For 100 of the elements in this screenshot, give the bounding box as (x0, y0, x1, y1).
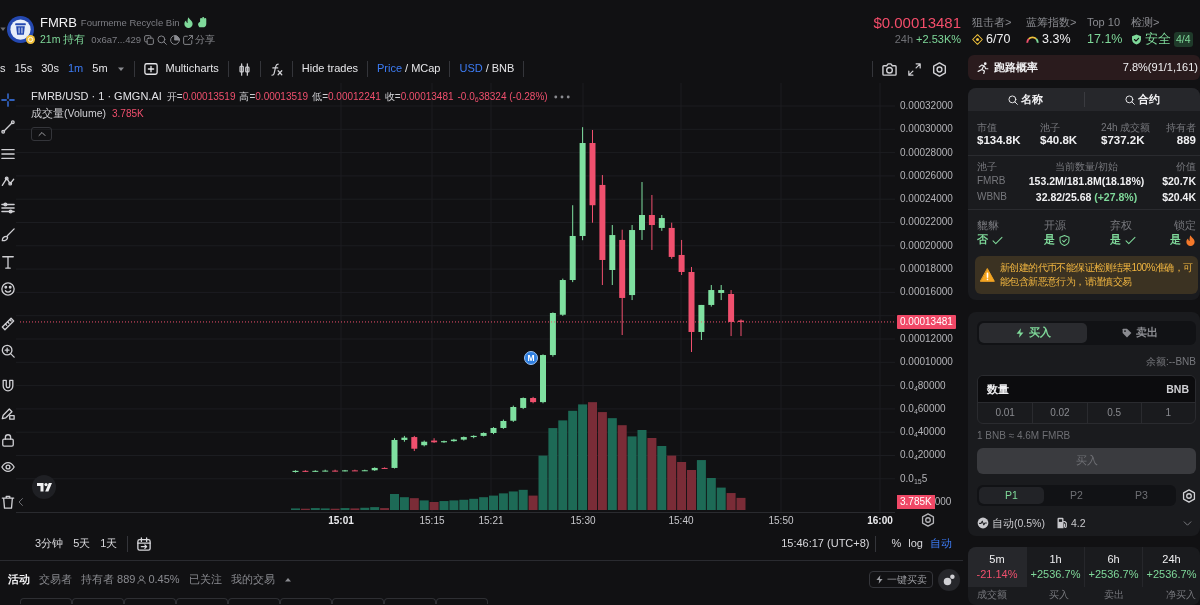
toggle-option[interactable]: MCap (411, 62, 441, 76)
period-tab[interactable]: 1h +2536.7% (1026, 547, 1084, 587)
preset-amount-button[interactable]: 0.5 (1086, 403, 1141, 423)
hide-trades-button[interactable]: Hide trades (301, 62, 358, 76)
preset-amount-button[interactable]: 1 (1140, 403, 1195, 423)
camera-icon[interactable] (882, 61, 897, 77)
toggle-option[interactable]: Price (377, 62, 403, 76)
settings-icon[interactable] (932, 61, 947, 77)
candle (312, 469, 319, 473)
check-label: 开源 (1044, 218, 1066, 232)
copy-icon[interactable] (144, 34, 154, 45)
brush-icon[interactable] (1, 228, 15, 242)
period-tab[interactable]: 24h +2536.7% (1142, 547, 1200, 587)
interval-tab[interactable]: 1m (68, 62, 84, 76)
activity-tab[interactable]: 已关注 (188, 572, 222, 587)
search-tab[interactable]: 合约 (1084, 88, 1200, 111)
price-tick-label: 0.00032000 (900, 100, 953, 112)
crosshair-icon[interactable] (1, 93, 15, 107)
volume-bar (498, 493, 508, 510)
stat-value: 3.3% (1042, 32, 1071, 47)
expand-icon[interactable] (908, 62, 921, 76)
preset-amount-button[interactable]: 0.02 (1032, 403, 1087, 423)
preset-tab[interactable]: P3 (1109, 487, 1174, 504)
ohlc-value: 0.00012241 (328, 90, 381, 103)
warning-text: 新创建的代币不能保证检测结果100%准确，可能包含新恶意行为，请谨慎交易 (1000, 261, 1194, 289)
interval-tab[interactable]: 15s (14, 62, 33, 76)
price-tick-label: 0.0$_{4}$60000 (900, 402, 946, 415)
scale-toggle[interactable]: % (891, 537, 902, 551)
candlestick-icon[interactable] (237, 62, 251, 76)
horizontal-lines-icon[interactable] (1, 147, 15, 161)
function-icon[interactable] (269, 62, 283, 76)
sliders-icon[interactable] (1, 201, 15, 215)
share-link[interactable]: 分享 (183, 33, 215, 46)
more-icon[interactable] (553, 94, 570, 99)
activity-tab[interactable]: 我的交易 (230, 572, 275, 587)
caret-down-icon[interactable] (116, 65, 125, 73)
activity-tab[interactable]: 活动 (8, 572, 30, 587)
settings-icon[interactable] (921, 513, 935, 527)
lock-icon[interactable] (1, 433, 15, 447)
amount-field[interactable]: 数量 BNB (978, 376, 1195, 402)
toggle-option[interactable]: BNB (491, 62, 515, 76)
path-tool-icon[interactable] (1, 174, 15, 188)
column-header: 卖出 (1103, 589, 1124, 601)
preset-amount-button[interactable]: 0.01 (978, 403, 1033, 423)
candle (460, 436, 467, 442)
quick-trade-button[interactable]: 一键买卖 (869, 571, 933, 588)
stat-label[interactable]: 蓝筹指数> (1026, 14, 1077, 31)
range-button[interactable]: 3分钟 (35, 537, 64, 551)
collapse-button[interactable] (31, 127, 52, 141)
candle (708, 284, 715, 308)
pie-chart-icon[interactable] (170, 34, 180, 45)
calendar-icon[interactable] (137, 537, 152, 551)
candle (728, 289, 735, 337)
pencil-lock-icon[interactable] (1, 406, 15, 420)
activity-tab[interactable]: 交易者 (39, 572, 72, 587)
range-button[interactable]: 1天 (100, 537, 118, 551)
ruler-icon[interactable] (1, 317, 15, 331)
metric-value: $134.8K (977, 134, 1021, 147)
trash-icon[interactable] (1, 495, 15, 509)
period-tab[interactable]: 6h +2536.7% (1084, 547, 1142, 587)
candle (540, 353, 546, 404)
zoom-in-icon[interactable] (1, 344, 15, 358)
line-tool-icon[interactable] (1, 120, 15, 134)
price-tick-label: 0.00016000 (900, 286, 953, 299)
preset-tab[interactable]: P2 (1044, 487, 1109, 504)
candle (639, 181, 645, 241)
token-logo-icon (7, 16, 34, 43)
stat-value: 6/70 (986, 32, 1011, 47)
activity-tab[interactable]: 持有者 889 (81, 572, 136, 587)
price-tick-label: 0.00020000 (900, 239, 953, 252)
stat-label[interactable]: Top 10 (1087, 14, 1121, 31)
interval-tab[interactable]: 30s (41, 62, 59, 76)
toggle-option[interactable]: USD (459, 62, 483, 76)
stat-label[interactable]: 检测> (1131, 14, 1160, 31)
price-tick-label: 0.0$_{4}$20000 (900, 449, 946, 462)
eye-icon[interactable] (1, 460, 15, 474)
stat-label[interactable]: 狙击者> (972, 14, 1012, 31)
settings-icon[interactable] (1182, 488, 1196, 503)
search-tab[interactable]: 名称 (968, 88, 1084, 111)
magnet-icon[interactable] (1, 379, 15, 393)
bubbles-button[interactable] (938, 568, 960, 591)
preset-tab[interactable]: P1 (979, 487, 1044, 504)
volume-badge: 3.785K (897, 495, 935, 510)
interval-tab[interactable]: 5m (92, 62, 108, 76)
range-button[interactable]: 5天 (73, 537, 91, 551)
bolt-icon (1014, 328, 1025, 338)
chevron-down-icon[interactable] (1183, 518, 1192, 528)
scale-toggle[interactable]: log (908, 537, 923, 551)
smiley-icon[interactable] (1, 282, 15, 296)
logo-icon[interactable] (32, 475, 56, 499)
time-label: 15:21 (478, 515, 504, 526)
text-tool-icon[interactable] (1, 255, 15, 269)
search-icon[interactable] (157, 34, 167, 45)
multicharts-button[interactable]: Multicharts (143, 62, 219, 76)
scale-toggle[interactable]: 自动 (930, 537, 952, 551)
interval-tab[interactable]: s (0, 62, 6, 76)
trade-tab[interactable]: 卖出 (1086, 323, 1194, 343)
period-tab[interactable]: 5m -21.14% (968, 547, 1026, 587)
trade-tab[interactable]: 买入 (979, 323, 1087, 343)
chevron-left-icon[interactable] (17, 496, 25, 508)
